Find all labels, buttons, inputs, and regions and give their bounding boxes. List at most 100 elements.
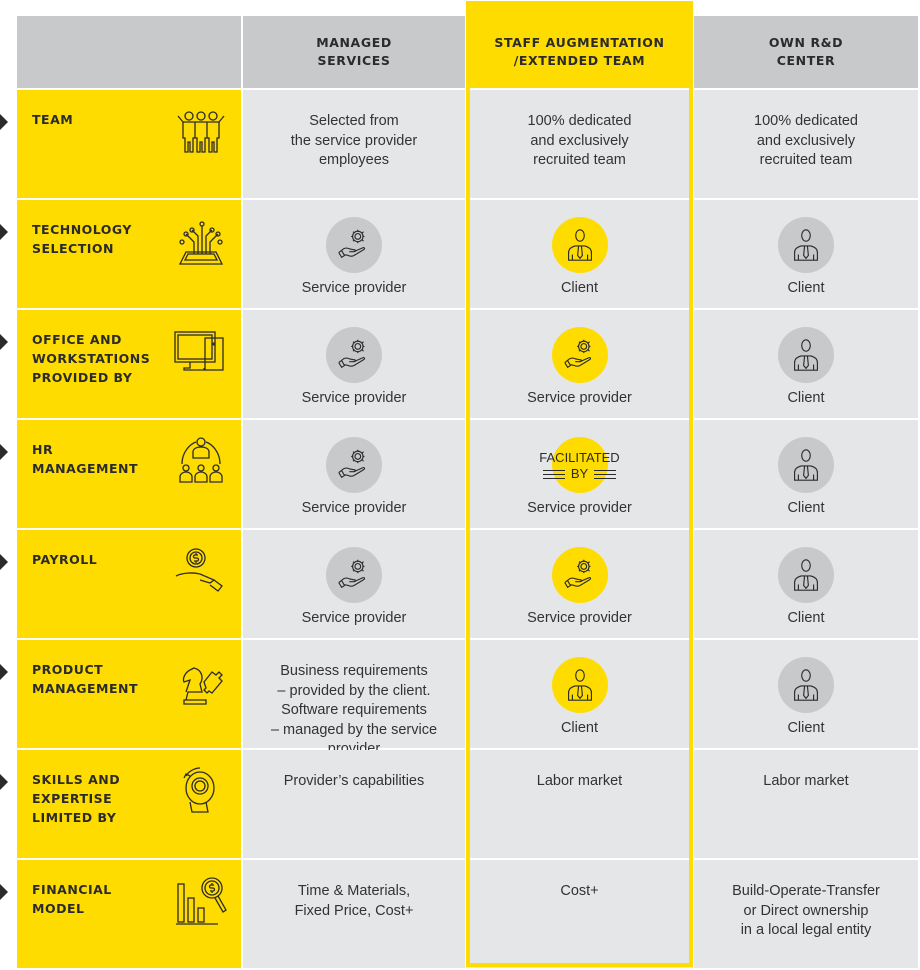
cell-value: Client	[560, 720, 599, 736]
cell-value: Provider’s capabilities	[283, 773, 425, 789]
table-cell: Provider’s capabilities	[243, 750, 465, 858]
client-person-icon	[778, 657, 834, 713]
table-cell: Service provider	[466, 530, 693, 638]
cell-value: Service provider	[301, 610, 407, 626]
table-cell: Client	[694, 640, 918, 748]
table-cell: Service provider	[243, 530, 465, 638]
team-icon	[177, 111, 225, 153]
cell-value: Client	[787, 390, 825, 406]
computer-icon	[174, 331, 224, 371]
row-label-text: PRODUCT MANAGEMENT	[32, 662, 139, 696]
cell-value: Service provider	[527, 500, 632, 516]
row-label-3: HR MANAGEMENT	[17, 420, 241, 528]
table-cell: Client	[694, 310, 918, 418]
cell-value: Client	[787, 610, 825, 626]
cell-value: Cost+	[560, 883, 599, 899]
row-marker-arrow-icon	[0, 884, 8, 900]
cell-value: Selected from the service provider emplo…	[290, 113, 418, 168]
row-marker-arrow-icon	[0, 224, 8, 240]
table-cell: FACILITATED BY Service provider	[466, 420, 693, 528]
row-label-2: OFFICE AND WORKSTATIONS PROVIDED BY	[17, 310, 241, 418]
hand-gear-icon	[551, 327, 608, 383]
row-marker-arrow-icon	[0, 664, 8, 680]
row-label-text: TECHNOLOGY SELECTION	[32, 222, 132, 256]
cell-value: Labor market	[763, 773, 849, 789]
client-person-icon	[778, 217, 834, 273]
cell-value: Client	[560, 280, 599, 296]
cell-value: 100% dedicated and exclusively recruited…	[754, 113, 858, 168]
cell-value: Service provider	[301, 500, 407, 516]
table-cell: Selected from the service provider emplo…	[243, 90, 465, 198]
cell-value: Time & Materials, Fixed Price, Cost+	[294, 883, 414, 919]
column-header-staff-augmentation: STAFF AUGMENTATION /EXTENDED TEAM	[466, 1, 693, 88]
row-label-text: FINANCIAL MODEL	[32, 882, 112, 916]
row-label-7: FINANCIAL MODEL	[17, 860, 241, 968]
table-cell: Service provider	[243, 420, 465, 528]
table-cell: 100% dedicated and exclusively recruited…	[466, 90, 693, 198]
stamp-bottom-text: BY	[570, 466, 589, 481]
table-cell: Service provider	[243, 310, 465, 418]
client-person-icon	[551, 217, 608, 273]
row-marker-arrow-icon	[0, 444, 8, 460]
hand-gear-icon	[326, 437, 382, 493]
table-cell: Service provider	[466, 310, 693, 418]
cell-value: Service provider	[301, 280, 407, 296]
hand-gear-icon	[326, 217, 382, 273]
cell-value: Labor market	[536, 773, 623, 789]
table-cell: Client	[466, 200, 693, 308]
row-marker-arrow-icon	[0, 334, 8, 350]
row-label-text: OFFICE AND WORKSTATIONS PROVIDED BY	[32, 332, 151, 385]
table-cell: Client	[466, 640, 693, 748]
cell-value: Client	[787, 280, 825, 296]
row-label-4: PAYROLL	[17, 530, 241, 638]
head-gear-icon	[183, 767, 215, 813]
column-header-own-rd-center: OWN R&D CENTER	[694, 16, 918, 88]
hand-gear-icon	[326, 547, 382, 603]
table-cell: Build-Operate-Transfer or Direct ownersh…	[694, 860, 918, 968]
table-cell: Client	[694, 200, 918, 308]
row-label-0: TEAM	[17, 90, 241, 198]
stamp-lines-right	[594, 469, 617, 479]
row-label-text: SKILLS AND EXPERTISE LIMITED BY	[32, 772, 121, 825]
cell-value: Client	[787, 720, 825, 736]
table-cell: Time & Materials, Fixed Price, Cost+	[243, 860, 465, 968]
row-marker-arrow-icon	[0, 114, 8, 130]
row-label-text: HR MANAGEMENT	[32, 442, 139, 476]
column-header-managed-services: MANAGED SERVICES	[243, 16, 465, 88]
client-person-icon	[778, 437, 834, 493]
table-cell: Service provider	[243, 200, 465, 308]
stamp-lines-left	[542, 469, 565, 479]
row-marker-arrow-icon	[0, 554, 8, 570]
row-label-6: SKILLS AND EXPERTISE LIMITED BY	[17, 750, 241, 858]
cell-value: Service provider	[301, 390, 407, 406]
table-cell: Labor market	[466, 750, 693, 858]
hr-team-icon	[179, 437, 223, 483]
table-cell: Client	[694, 530, 918, 638]
header-corner	[17, 16, 241, 88]
table-cell: 100% dedicated and exclusively recruited…	[694, 90, 918, 198]
hand-gear-icon	[326, 327, 382, 383]
row-label-5: PRODUCT MANAGEMENT	[17, 640, 241, 748]
cell-value: Client	[787, 500, 825, 516]
table-cell: Business requirements – provided by the …	[243, 640, 465, 757]
facilitated-by-stamp: FACILITATED BY	[466, 450, 693, 483]
row-marker-arrow-icon	[0, 774, 8, 790]
table-cell: Cost+	[466, 860, 693, 968]
cell-value: Service provider	[527, 390, 632, 406]
cell-value: Business requirements – provided by the …	[270, 663, 438, 757]
client-person-icon	[778, 327, 834, 383]
circuit-icon	[178, 221, 224, 265]
row-label-1: TECHNOLOGY SELECTION	[17, 200, 241, 308]
table-cell: Labor market	[694, 750, 918, 858]
chart-magnifier-icon	[176, 877, 227, 925]
table-cell: Client	[694, 420, 918, 528]
client-person-icon	[778, 547, 834, 603]
row-label-text: PAYROLL	[32, 552, 98, 567]
money-hand-icon	[175, 548, 223, 592]
stamp-top-text: FACILITATED	[539, 450, 620, 465]
cell-value: Build-Operate-Transfer or Direct ownersh…	[732, 883, 880, 938]
cell-value: Service provider	[527, 610, 632, 626]
hand-gear-icon	[551, 547, 608, 603]
client-person-icon	[551, 657, 608, 713]
row-label-text: TEAM	[32, 112, 74, 127]
